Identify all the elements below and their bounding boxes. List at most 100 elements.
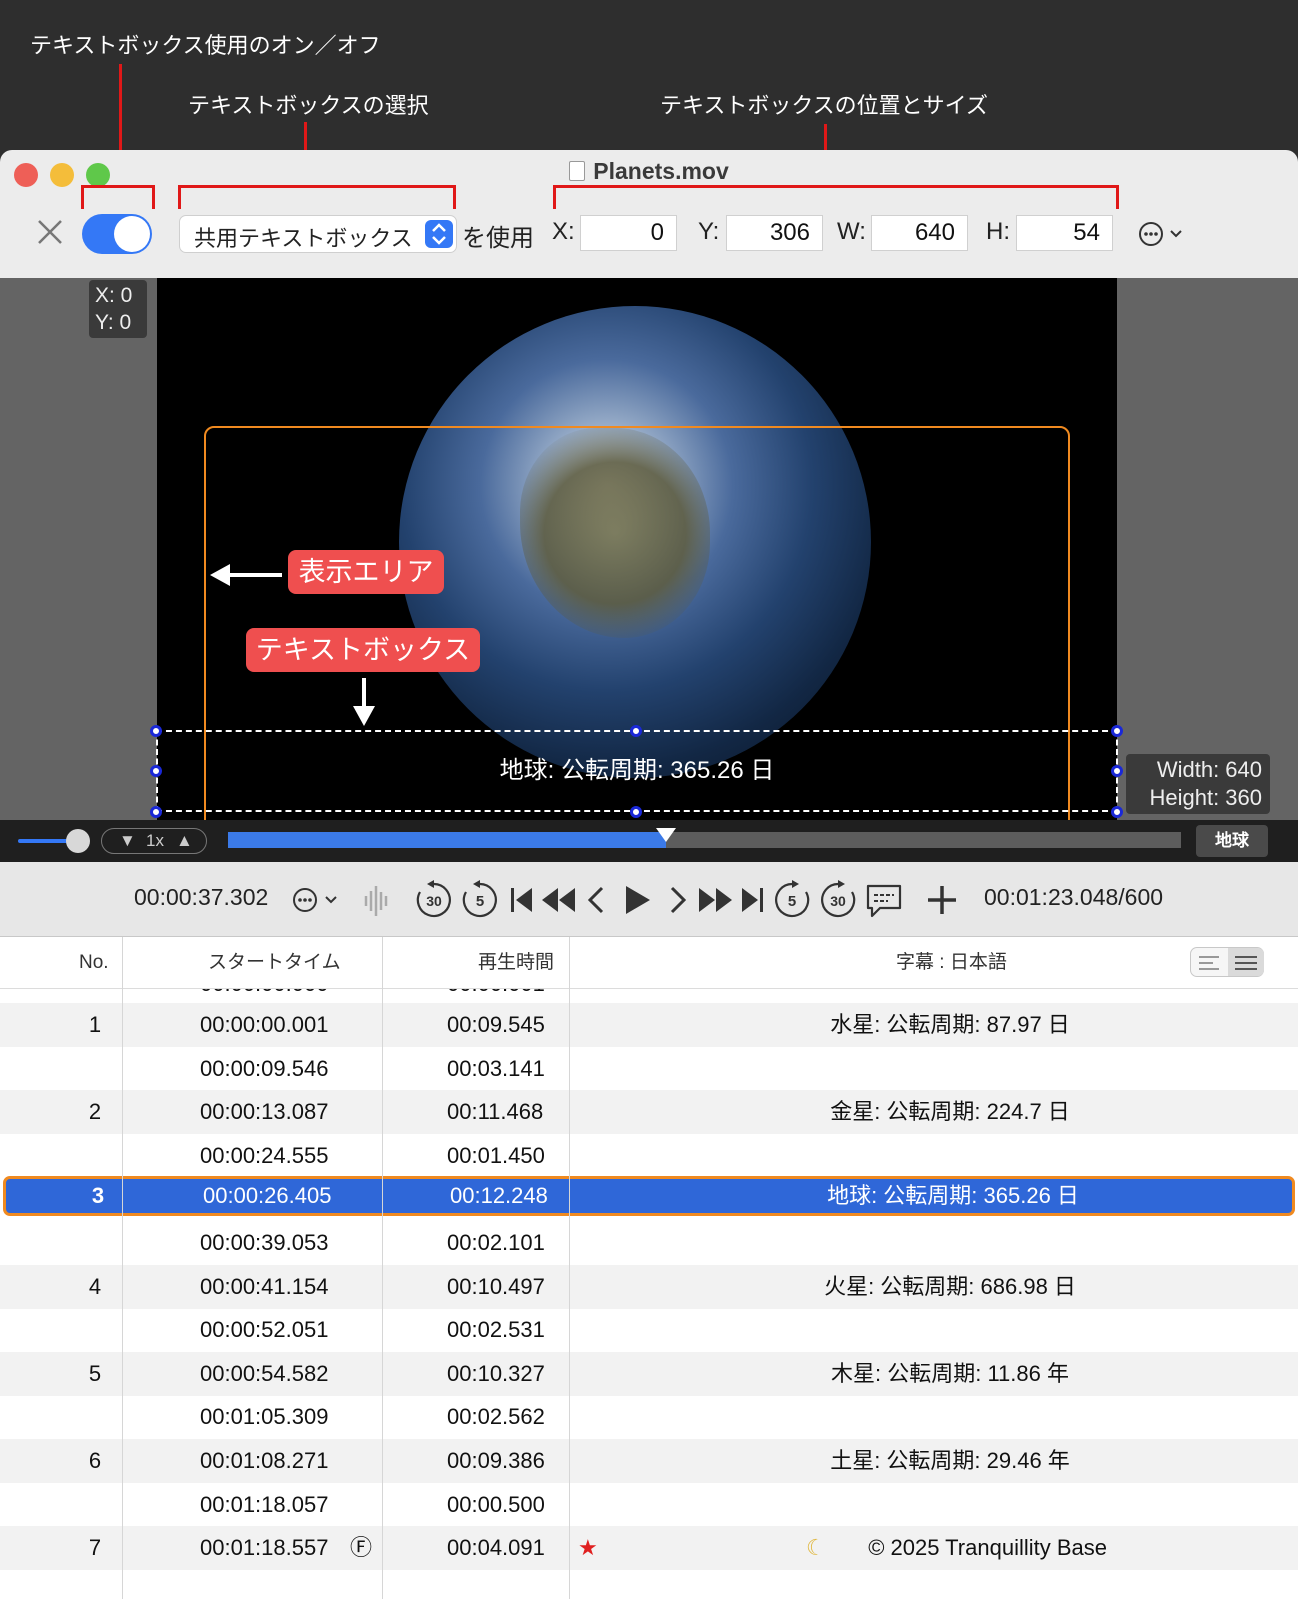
table-row[interactable]: 2 00:00:13.087 00:11.468 金星: 公転周期: 224.7 日 (0, 1090, 1298, 1135)
callout-textbox: テキストボックス (246, 628, 480, 672)
w-field[interactable]: 640 (871, 215, 968, 251)
duration-cell: 00:02.101 (447, 1230, 545, 1255)
duration-cell: 00:10.497 (447, 1273, 545, 1299)
annotation-bracket (152, 185, 155, 209)
speed-up-icon[interactable]: ▲ (176, 829, 193, 853)
skip-end-icon[interactable] (740, 884, 766, 916)
step-back-icon[interactable] (584, 884, 608, 916)
column-divider (122, 937, 123, 1599)
chevron-updown-icon (425, 220, 453, 248)
playhead[interactable] (656, 828, 677, 842)
table-row[interactable]: 00:00:09.546 00:03.141 (0, 1047, 1298, 1091)
forced-flag-icon: Ⓕ (350, 1535, 373, 1561)
table-row[interactable]: 3 00:00:26.405 00:12.248 地球: 公転周期: 365.26 日 (3, 1176, 1295, 1217)
table-row[interactable]: 5 00:00:54.582 00:10.327 木星: 公転周期: 11.86 年 (0, 1351, 1298, 1396)
waveform-icon[interactable] (362, 884, 392, 918)
start-time-cell: 00:01:18.057 (200, 1491, 329, 1517)
table-row[interactable]: 7 00:01:18.557 00:04.091 © 2025 Tranquillit… (0, 1526, 1298, 1571)
video-preview: X: 0 Y: 0 地球: 公転周期: 365.26 日 Width: 640 … (0, 278, 1298, 820)
svg-text:30: 30 (426, 893, 442, 909)
annotation-bracket (81, 185, 84, 209)
annotation-bracket (178, 185, 181, 209)
textbox-select[interactable]: 共用テキストボックス (179, 215, 457, 253)
timeline-progress (228, 832, 667, 848)
app-window: Planets.mov 共用テキストボックス を使用 X: 0 Y: 306 W… (0, 150, 1298, 1599)
subtitle-bubble-icon[interactable] (864, 882, 904, 920)
back-5-icon[interactable]: 5 (460, 880, 500, 920)
more-menu-button[interactable] (1138, 220, 1188, 248)
play-icon[interactable] (622, 882, 652, 918)
annotation-select: テキストボックスの選択 (188, 93, 429, 118)
close-icon[interactable] (36, 218, 64, 246)
skip-start-icon[interactable] (508, 884, 534, 916)
fast-forward-icon[interactable] (696, 884, 734, 916)
duration-cell: 00:09.386 (447, 1448, 545, 1473)
subtitle-cell: 木星: 公転周期: 11.86 年 (831, 1360, 1069, 1386)
speed-down-icon[interactable]: ▼ (119, 829, 136, 853)
size-readout: Width: 640 Height: 360 (1126, 754, 1270, 814)
x-label: X: (552, 218, 575, 245)
moon-icon: ☾ (806, 1535, 826, 1561)
back-30-icon[interactable]: 30 (414, 880, 454, 920)
row-number: 1 (88, 1012, 102, 1037)
row-number: 2 (88, 1099, 102, 1125)
svg-text:30: 30 (830, 893, 846, 909)
duration-cell: 00:04.091 (447, 1535, 545, 1561)
star-icon[interactable]: ★ (578, 1526, 598, 1570)
table-row[interactable]: 00:00:39.053 00:02.101 (0, 1221, 1298, 1265)
table-row[interactable]: 4 00:00:41.154 00:10.497 火星: 公転周期: 686.98 日 (0, 1264, 1298, 1309)
add-icon[interactable] (926, 884, 958, 916)
start-time-cell: 00:00:52.051 (200, 1317, 329, 1343)
resize-handle[interactable] (150, 806, 162, 818)
playback-controls: 00:00:37.302 30 5 5 30 00:01:23.048/600 (0, 862, 1298, 937)
start-time-cell: 00:00:41.154 (200, 1273, 329, 1299)
window-title: Planets.mov (0, 158, 1298, 185)
forward-5-icon[interactable]: 5 (772, 880, 812, 920)
movie-file-icon (569, 161, 586, 181)
duration-cell: 00:12.248 (450, 1183, 548, 1209)
volume-knob[interactable] (66, 829, 90, 853)
start-time-cell: 00:00:13.087 (200, 1099, 329, 1125)
start-time-cell: 00:00:39.053 (200, 1230, 329, 1255)
playback-menu-button[interactable] (292, 886, 342, 914)
step-forward-icon[interactable] (666, 884, 690, 916)
subtitle-cell: 火星: 公転周期: 686.98 日 (824, 1273, 1076, 1299)
x-field[interactable]: 0 (580, 215, 677, 251)
table-row[interactable]: 6 00:01:08.271 00:09.386 土星: 公転周期: 29.46 年 (0, 1439, 1298, 1483)
duration-cell: 00:00.500 (447, 1491, 545, 1517)
table-body: 1 00:00:00.001 00:09.545 水星: 公転周期: 87.97 日 0… (0, 937, 1298, 1599)
subtitle-cell: 水星: 公転周期: 87.97 日 (830, 1012, 1070, 1037)
y-field[interactable]: 306 (726, 215, 823, 251)
table-row[interactable]: 00:01:18.057 00:00.500 (0, 1483, 1298, 1527)
chapter-marker[interactable]: 地球 (1196, 825, 1268, 857)
resize-handle[interactable] (630, 806, 642, 818)
table-row[interactable]: 00:01:05.309 00:02.562 (0, 1395, 1298, 1439)
resize-handle[interactable] (630, 725, 642, 737)
duration-cell: 00:02.562 (447, 1404, 545, 1430)
row-number: 3 (91, 1183, 105, 1209)
start-time-cell: 00:00:26.405 (203, 1183, 332, 1209)
table-row[interactable]: 00:00:52.051 00:02.531 (0, 1308, 1298, 1352)
table-row[interactable]: 1 00:00:00.001 00:09.545 水星: 公転周期: 87.97 日 (0, 1003, 1298, 1047)
table-row[interactable]: 00:00:24.555 00:01.450 (0, 1134, 1298, 1178)
rewind-icon[interactable] (540, 884, 578, 916)
current-time: 00:00:37.302 (134, 884, 269, 910)
total-time: 00:01:23.048/600 (984, 884, 1164, 910)
resize-handle[interactable] (150, 725, 162, 737)
h-field[interactable]: 54 (1016, 215, 1113, 251)
forward-30-icon[interactable]: 30 (818, 880, 858, 920)
resize-handle[interactable] (1111, 725, 1123, 737)
start-time-cell: 00:00:54.582 (200, 1360, 329, 1386)
textbox-toggle[interactable] (82, 214, 152, 254)
svg-text:5: 5 (788, 893, 796, 910)
speed-control[interactable]: ▼ 1x ▲ (101, 828, 207, 854)
svg-text:5: 5 (476, 893, 484, 910)
start-time-cell: 00:00:24.555 (200, 1142, 329, 1168)
subtitle-cell: 土星: 公転周期: 29.46 年 (830, 1448, 1070, 1473)
subtitle-table: No. スタートタイム 再生時間 字幕 : 日本語 00:00:00.000 0… (0, 937, 1298, 1599)
resize-handle[interactable] (1111, 806, 1123, 818)
callout-display-area: 表示エリア (288, 550, 444, 594)
toggle-knob (114, 216, 150, 252)
annotation-bracket (553, 185, 1119, 188)
timeline-track[interactable] (228, 828, 1181, 848)
